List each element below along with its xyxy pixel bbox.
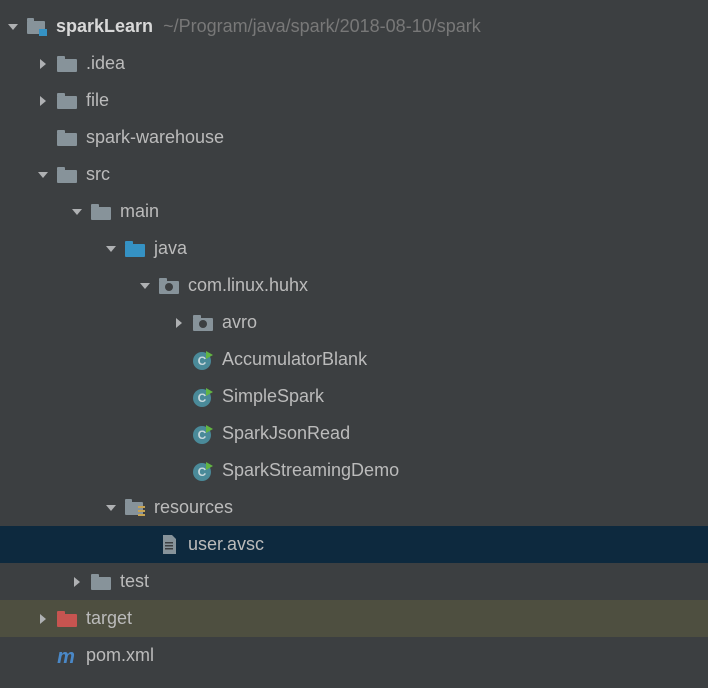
tree-item-pom[interactable]: m pom.xml [0, 637, 708, 674]
class-runnable-icon: C [192, 349, 214, 371]
svg-text:C: C [198, 465, 207, 479]
chevron-right-icon[interactable] [34, 610, 52, 628]
tree-item-label: src [86, 164, 110, 185]
folder-icon [56, 90, 78, 112]
tree-item-resources[interactable]: resources [0, 489, 708, 526]
tree-item-main[interactable]: main [0, 193, 708, 230]
chevron-right-icon[interactable] [68, 573, 86, 591]
chevron-right-icon[interactable] [170, 314, 188, 332]
chevron-down-icon[interactable] [102, 499, 120, 517]
tree-item-label: java [154, 238, 187, 259]
folder-icon [56, 53, 78, 75]
tree-item-label: user.avsc [188, 534, 264, 555]
tree-item-test[interactable]: test [0, 563, 708, 600]
tree-item-target[interactable]: target [0, 600, 708, 637]
tree-item-label: .idea [86, 53, 125, 74]
folder-icon [56, 164, 78, 186]
project-tree: sparkLearn ~/Program/java/spark/2018-08-… [0, 0, 708, 674]
tree-item-label: file [86, 90, 109, 111]
tree-item-spark-warehouse[interactable]: spark-warehouse [0, 119, 708, 156]
tree-item-label: test [120, 571, 149, 592]
package-icon [158, 275, 180, 297]
tree-item-label: avro [222, 312, 257, 333]
module-icon [26, 16, 48, 38]
tree-item-accumulator-blank[interactable]: C AccumulatorBlank [0, 341, 708, 378]
chevron-down-icon[interactable] [4, 18, 22, 36]
svg-text:C: C [198, 428, 207, 442]
tree-item-spark-json-read[interactable]: C SparkJsonRead [0, 415, 708, 452]
class-runnable-icon: C [192, 460, 214, 482]
folder-icon [56, 127, 78, 149]
tree-item-label: main [120, 201, 159, 222]
chevron-down-icon[interactable] [68, 203, 86, 221]
tree-item-spark-streaming-demo[interactable]: C SparkStreamingDemo [0, 452, 708, 489]
tree-item-idea[interactable]: .idea [0, 45, 708, 82]
excluded-folder-icon [56, 608, 78, 630]
chevron-right-icon[interactable] [34, 55, 52, 73]
tree-item-label: target [86, 608, 132, 629]
tree-item-label: sparkLearn [56, 16, 153, 37]
tree-item-label: SparkStreamingDemo [222, 460, 399, 481]
tree-item-package[interactable]: com.linux.huhx [0, 267, 708, 304]
tree-item-label: spark-warehouse [86, 127, 224, 148]
chevron-down-icon[interactable] [102, 240, 120, 258]
tree-item-user-avsc[interactable]: user.avsc [0, 526, 708, 563]
tree-item-file[interactable]: file [0, 82, 708, 119]
tree-item-label: SimpleSpark [222, 386, 324, 407]
chevron-right-icon[interactable] [34, 92, 52, 110]
class-runnable-icon: C [192, 386, 214, 408]
tree-item-label: AccumulatorBlank [222, 349, 367, 370]
chevron-down-icon[interactable] [136, 277, 154, 295]
tree-item-path: ~/Program/java/spark/2018-08-10/spark [163, 16, 481, 37]
tree-item-root[interactable]: sparkLearn ~/Program/java/spark/2018-08-… [0, 8, 708, 45]
folder-icon [90, 571, 112, 593]
svg-text:m: m [57, 646, 75, 666]
package-icon [192, 312, 214, 334]
tree-item-java[interactable]: java [0, 230, 708, 267]
tree-item-label: SparkJsonRead [222, 423, 350, 444]
resources-folder-icon [124, 497, 146, 519]
tree-item-label: com.linux.huhx [188, 275, 308, 296]
maven-icon: m [56, 645, 78, 667]
tree-item-src[interactable]: src [0, 156, 708, 193]
tree-item-simple-spark[interactable]: C SimpleSpark [0, 378, 708, 415]
svg-text:C: C [198, 354, 207, 368]
chevron-down-icon[interactable] [34, 166, 52, 184]
class-runnable-icon: C [192, 423, 214, 445]
tree-item-avro[interactable]: avro [0, 304, 708, 341]
svg-text:C: C [198, 391, 207, 405]
folder-icon [90, 201, 112, 223]
file-icon [158, 534, 180, 556]
tree-item-label: pom.xml [86, 645, 154, 666]
tree-item-label: resources [154, 497, 233, 518]
source-folder-icon [124, 238, 146, 260]
